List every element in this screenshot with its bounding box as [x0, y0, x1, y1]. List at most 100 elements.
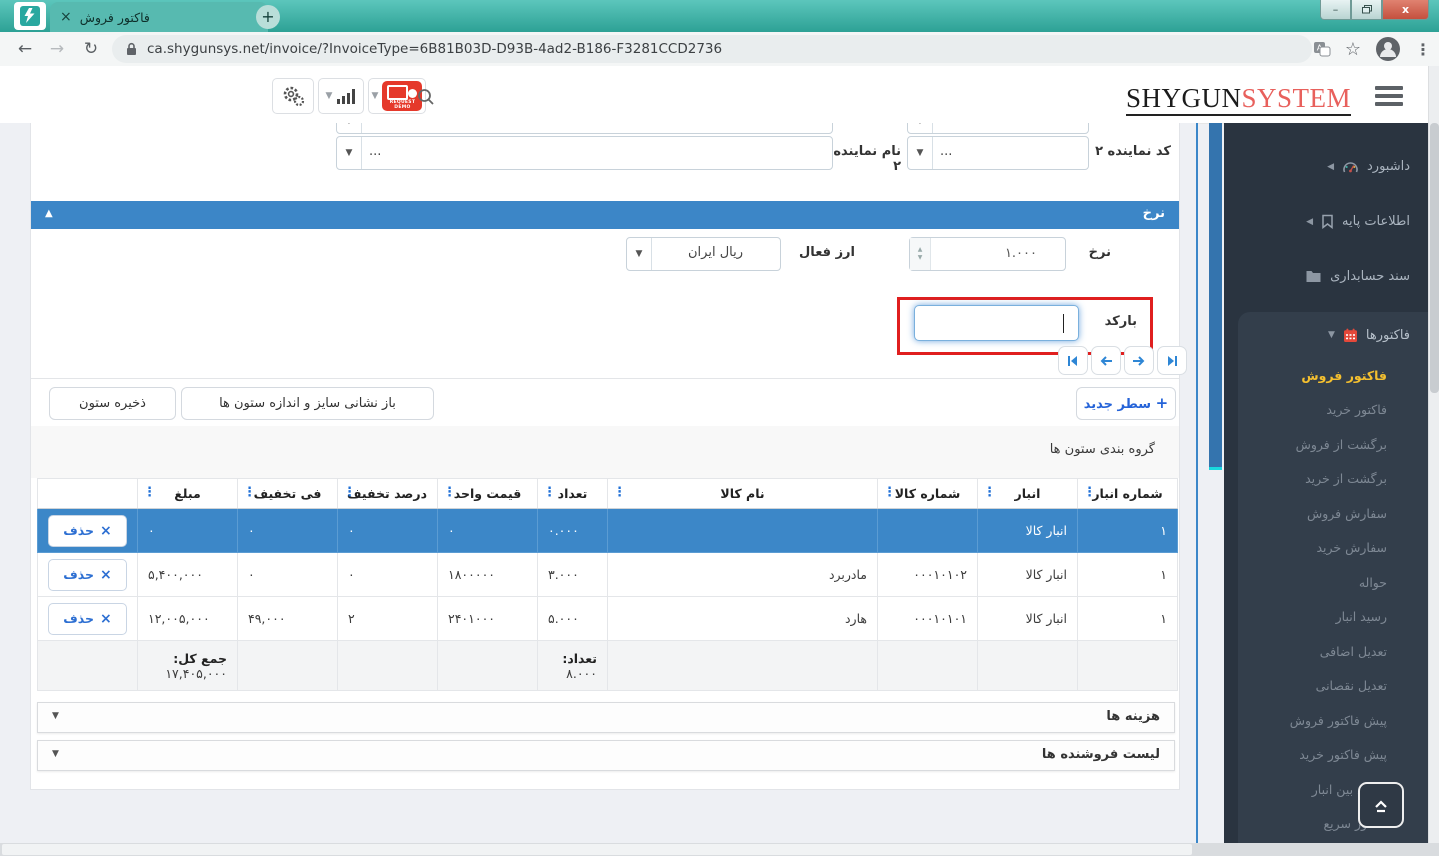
grid-cell[interactable]: ۴۹,۰۰۰: [238, 597, 338, 641]
column-header[interactable]: انبار⋮: [978, 479, 1078, 509]
dropdown-caret-icon[interactable]: ▼: [337, 137, 362, 169]
browser-menu-icon[interactable]: ⋮: [1415, 40, 1431, 59]
url-bar[interactable]: ca.shygunsys.net/invoice/?InvoiceType=6B…: [112, 35, 1312, 63]
translate-icon[interactable]: A: [1313, 41, 1331, 57]
column-menu-icon[interactable]: ⋮: [983, 485, 996, 500]
sellers-accordion[interactable]: لیست فروشنده ها ▼: [37, 740, 1175, 771]
currency-select[interactable]: ▼ ریال ایران: [626, 237, 781, 271]
sidebar-subitem[interactable]: فاکتور سریع: [1238, 807, 1439, 842]
column-header[interactable]: مبلغ⋮: [138, 479, 238, 509]
grid-cell[interactable]: مادربرد: [608, 553, 878, 597]
horizontal-scrollbar-thumb[interactable]: [2, 844, 1192, 855]
vertical-scrollbar[interactable]: [1428, 66, 1439, 843]
sidebar-subitem[interactable]: فاکتور خرید: [1238, 393, 1439, 428]
grid-cell[interactable]: ۰: [338, 553, 438, 597]
grid-cell[interactable]: [878, 509, 978, 553]
grid-row[interactable]: ۱انبار کالا۰.۰۰۰۰۰۰۰×حذف: [38, 509, 1178, 553]
save-column-button[interactable]: ذخیره ستون: [49, 387, 176, 420]
grid-cell[interactable]: ۵.۰۰۰: [538, 597, 608, 641]
new-tab-button[interactable]: +: [256, 5, 280, 29]
grid-cell[interactable]: ۰.۰۰۰: [538, 509, 608, 553]
grid-cell[interactable]: ۵,۴۰۰,۰۰۰: [138, 553, 238, 597]
grid-cell[interactable]: ۰: [138, 509, 238, 553]
sidebar-subitem[interactable]: تعدیل نقصانی: [1238, 669, 1439, 704]
restore-button[interactable]: [1351, 0, 1382, 20]
grid-cell[interactable]: ۰: [238, 509, 338, 553]
expenses-accordion[interactable]: هزینه ها ▼: [37, 702, 1175, 733]
grid-cell[interactable]: ۰: [238, 553, 338, 597]
group-panel[interactable]: گروه بندی ستون ها: [31, 426, 1179, 478]
delete-row-button[interactable]: ×حذف: [48, 603, 126, 635]
sidebar-item-top-1[interactable]: اطلاعات پایه◀: [1224, 194, 1439, 249]
rate-section-header[interactable]: نرخ ▲: [31, 201, 1179, 229]
column-header[interactable]: درصد تخفیف⋮: [338, 479, 438, 509]
column-header[interactable]: تعداد⋮: [538, 479, 608, 509]
grid-cell[interactable]: ۱: [1078, 509, 1178, 553]
column-header[interactable]: نام کالا⋮: [608, 479, 878, 509]
column-header[interactable]: شماره کالا⋮: [878, 479, 978, 509]
column-header[interactable]: قیمت واحد⋮: [438, 479, 538, 509]
browser-tab[interactable]: × فاکتور فروش: [50, 2, 268, 32]
column-menu-icon[interactable]: ⋮: [143, 485, 156, 500]
grid-cell[interactable]: ۰۰۰۱۰۱۰۱: [878, 597, 978, 641]
sidebar-subitem[interactable]: تعدیل اضافی: [1238, 634, 1439, 669]
grid-cell[interactable]: ۳.۰۰۰: [538, 553, 608, 597]
grid-cell[interactable]: ۱۸۰۰۰۰۰: [438, 553, 538, 597]
back-icon[interactable]: ←: [12, 36, 38, 62]
clipped-input[interactable]: ▼: [336, 123, 833, 134]
dropdown-caret-icon[interactable]: ▼: [908, 123, 933, 133]
scroll-to-top-button[interactable]: [1358, 782, 1404, 828]
sidebar-subitem[interactable]: برگشت از خرید: [1238, 462, 1439, 497]
grid-cell[interactable]: انبار کالا: [978, 509, 1078, 553]
grid-cell[interactable]: انبار کالا: [978, 597, 1078, 641]
grid-cell[interactable]: ۱: [1078, 597, 1178, 641]
grid-cell[interactable]: ۰: [338, 509, 438, 553]
sidebar-subitem[interactable]: رسید انبار: [1238, 600, 1439, 635]
grid-cell[interactable]: [608, 509, 878, 553]
grid-cell[interactable]: ۱: [1078, 553, 1178, 597]
column-header[interactable]: فی تخفیف⋮: [238, 479, 338, 509]
column-menu-icon[interactable]: ⋮: [243, 485, 256, 500]
delete-row-button[interactable]: ×حذف: [48, 559, 126, 591]
grid-row[interactable]: ۱انبار کالا۰۰۰۱۰۱۰۱هارد۵.۰۰۰۲۴۰۱۰۰۰۲۴۹,۰…: [38, 597, 1178, 641]
sidebar-item-top-0[interactable]: داشبورد◀: [1224, 139, 1439, 194]
settings-button[interactable]: [272, 78, 314, 114]
column-menu-icon[interactable]: ⋮: [543, 485, 556, 500]
sidebar-subitem[interactable]: حواله: [1238, 565, 1439, 600]
close-button[interactable]: x: [1382, 0, 1429, 20]
profile-avatar[interactable]: [1375, 36, 1401, 62]
hamburger-menu-icon[interactable]: [1375, 86, 1403, 106]
next-record-button[interactable]: [1124, 346, 1154, 375]
grid-row[interactable]: ۱انبار کالا۰۰۰۱۰۱۰۲مادربرد۳.۰۰۰۱۸۰۰۰۰۰۰۰…: [38, 553, 1178, 597]
dropdown-caret-icon[interactable]: ▼: [627, 238, 652, 270]
sidebar-subitem[interactable]: پیش فاکتور فروش: [1238, 703, 1439, 738]
rep-code-input[interactable]: ▼ ...: [907, 136, 1089, 170]
sidebar-subitem[interactable]: فاکتور فروش: [1238, 358, 1439, 393]
dropdown-caret-icon[interactable]: ▼: [337, 123, 362, 133]
grid-cell[interactable]: ۲۴۰۱۰۰۰: [438, 597, 538, 641]
content-scrollbar-thumb[interactable]: [1209, 123, 1222, 470]
previous-record-button[interactable]: [1091, 346, 1121, 375]
tab-close-icon[interactable]: ×: [60, 10, 72, 24]
first-record-button[interactable]: [1058, 346, 1088, 375]
column-menu-icon[interactable]: ⋮: [613, 485, 626, 500]
new-row-button[interactable]: + سطر جدید: [1076, 387, 1176, 420]
grid-cell[interactable]: انبار کالا: [978, 553, 1078, 597]
minimize-button[interactable]: –: [1320, 0, 1351, 20]
grid-cell[interactable]: هارد: [608, 597, 878, 641]
reload-icon[interactable]: ↻: [78, 36, 104, 62]
column-menu-icon[interactable]: ⋮: [1083, 485, 1096, 500]
delete-row-button[interactable]: ×حذف: [48, 515, 126, 547]
grid-cell[interactable]: ۱۲,۰۰۵,۰۰۰: [138, 597, 238, 641]
rep-name-input[interactable]: ▼ ...: [336, 136, 833, 170]
collapse-up-icon[interactable]: ▲: [45, 208, 53, 219]
forward-icon[interactable]: →: [44, 36, 70, 62]
clipped-input[interactable]: ▼: [907, 123, 1089, 134]
sidebar-item-top-2[interactable]: سند حسابداری: [1224, 249, 1439, 304]
grid-cell[interactable]: ۲: [338, 597, 438, 641]
rate-input[interactable]: ▲▼ ۱.۰۰۰: [909, 237, 1066, 271]
column-menu-icon[interactable]: ⋮: [883, 485, 896, 500]
sidebar-subitem[interactable]: سفارش فروش: [1238, 496, 1439, 531]
sidebar-subitem[interactable]: سفارش خرید: [1238, 531, 1439, 566]
dropdown-caret-icon[interactable]: ▼: [908, 137, 933, 169]
